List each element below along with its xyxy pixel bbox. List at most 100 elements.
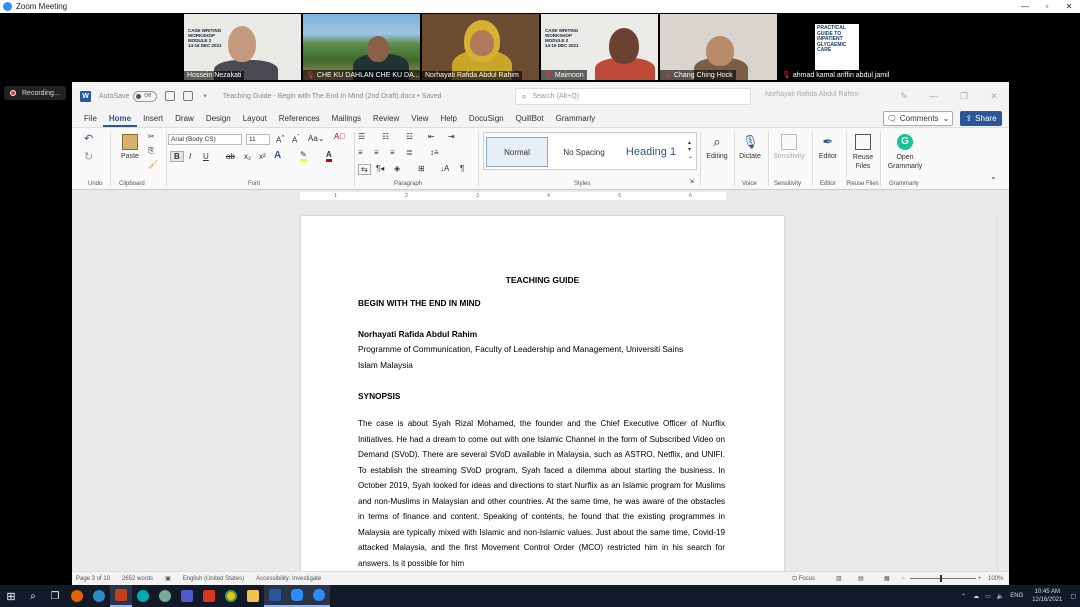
page-count[interactable]: Page 3 of 10: [76, 576, 110, 582]
file-explorer-icon[interactable]: [242, 585, 264, 607]
copy-icon[interactable]: ⎘: [148, 146, 154, 156]
subscript-icon[interactable]: x₂: [244, 152, 251, 161]
strikethrough-icon[interactable]: ab: [226, 152, 235, 161]
word-restore-button[interactable]: ❐: [949, 91, 979, 102]
powerpoint-icon[interactable]: [110, 585, 132, 607]
participant-tile[interactable]: 🎙 CHE KU DAHLAN CHE KU DA...: [303, 14, 420, 80]
undo-icon[interactable]: ↶: [84, 132, 93, 145]
start-icon[interactable]: ⊞: [0, 585, 22, 607]
teams-icon[interactable]: [176, 585, 198, 607]
cloud-icon[interactable]: ☁: [973, 593, 979, 600]
style-no-spacing[interactable]: No Spacing: [554, 137, 614, 167]
tab-home[interactable]: Home: [102, 110, 138, 127]
horizontal-ruler[interactable]: 1 2 3 4 5 6: [72, 190, 1009, 202]
collapse-ribbon-icon[interactable]: ⌄: [990, 172, 997, 181]
vertical-scrollbar[interactable]: [997, 214, 1009, 571]
word-count[interactable]: 2652 words: [122, 576, 153, 582]
share-button[interactable]: ⇪ Share: [960, 111, 1002, 126]
acrobat-icon[interactable]: [198, 585, 220, 607]
tab-view[interactable]: View: [405, 110, 434, 127]
editing-button[interactable]: ⌕ Editing: [702, 134, 732, 160]
text-effects-icon[interactable]: A: [274, 150, 281, 161]
table-icon[interactable]: [183, 91, 194, 101]
zoom-in-icon[interactable]: +: [978, 576, 982, 582]
multilevel-list-icon[interactable]: ☳: [406, 132, 413, 141]
reuse-files-button[interactable]: Reuse Files: [848, 134, 878, 171]
participant-tile[interactable]: 🎙 Chang Ching Hock: [660, 14, 777, 80]
zoom-level[interactable]: 100%: [988, 576, 1003, 582]
zoom-meeting-taskbar-icon[interactable]: [308, 585, 330, 607]
recording-indicator[interactable]: Recording...: [4, 86, 66, 100]
document-canvas[interactable]: TEACHING GUIDE BEGIN WITH THE END IN MIN…: [72, 214, 1009, 571]
volume-icon[interactable]: 🔈: [997, 593, 1004, 600]
borders-icon[interactable]: ⊞: [418, 164, 425, 173]
line-spacing-icon[interactable]: ↕≡: [430, 148, 439, 157]
rtl-icon[interactable]: ¶◂: [376, 164, 384, 173]
chrome-icon[interactable]: [220, 585, 242, 607]
account-name[interactable]: Norhayati Rafida Abdul Rahim: [765, 91, 859, 98]
word-taskbar-icon[interactable]: [264, 585, 286, 607]
style-normal[interactable]: Normal: [486, 137, 548, 167]
editor-button[interactable]: ✒ Editor: [814, 134, 842, 160]
web-layout-icon[interactable]: ▦: [884, 575, 890, 582]
open-grammarly-button[interactable]: G Open Grammarly: [884, 134, 926, 171]
focus-button[interactable]: ⊡ Focus: [792, 575, 827, 582]
tab-docusign[interactable]: DocuSign: [463, 110, 510, 127]
paste-button[interactable]: Paste: [116, 134, 144, 160]
style-heading-1[interactable]: Heading 1: [618, 137, 684, 167]
firefox-icon[interactable]: [66, 585, 88, 607]
styles-scroll-icon[interactable]: ▴ ▾ ⌄: [688, 139, 693, 160]
italic-icon[interactable]: I: [189, 152, 191, 161]
comments-button[interactable]: 🗨 Comments ⌄: [883, 111, 953, 126]
shading-icon[interactable]: ◈: [394, 164, 400, 173]
accessibility-status[interactable]: Accessibility: Investigate: [256, 576, 321, 582]
save-icon[interactable]: [165, 91, 176, 101]
underline-icon[interactable]: U: [203, 152, 209, 161]
font-color-icon[interactable]: A: [326, 150, 332, 162]
decrease-indent-icon[interactable]: ⇤: [428, 132, 435, 141]
cut-icon[interactable]: ✂: [148, 132, 155, 141]
proofing-icon[interactable]: ▣: [165, 575, 171, 582]
tab-review[interactable]: Review: [367, 110, 405, 127]
tab-file[interactable]: File: [78, 110, 103, 127]
superscript-icon[interactable]: x²: [259, 152, 266, 161]
search-input[interactable]: ⌕ Search (Alt+Q): [515, 88, 751, 105]
zoom-taskbar-icon[interactable]: [286, 585, 308, 607]
format-painter-icon[interactable]: 🖌: [148, 160, 158, 169]
participant-tile[interactable]: CASE WRITING WORKSHOP MODULE 2 14-16 DEC 20…: [541, 14, 658, 80]
maximize-button[interactable]: ▫: [1036, 0, 1058, 13]
chevron-up-icon[interactable]: ⌃: [961, 593, 966, 600]
clock[interactable]: 10:45 AM 12/16/2021: [1032, 588, 1062, 604]
tab-draw[interactable]: Draw: [169, 110, 200, 127]
sensitivity-button[interactable]: Sensitivity: [770, 134, 808, 160]
shrink-font-icon[interactable]: Aˇ: [292, 134, 300, 145]
tab-insert[interactable]: Insert: [137, 110, 169, 127]
tab-references[interactable]: References: [273, 110, 326, 127]
zoom-slider[interactable]: [910, 575, 976, 582]
styles-launcher-icon[interactable]: ⇲: [689, 178, 694, 185]
highlight-icon[interactable]: ✎: [300, 150, 307, 162]
document-page[interactable]: TEACHING GUIDE BEGIN WITH THE END IN MIN…: [301, 216, 784, 571]
read-mode-icon[interactable]: ▥: [836, 575, 842, 582]
document-title[interactable]: Teaching Guide - Begin with The End In M…: [223, 93, 442, 100]
text-direction-icon[interactable]: ⇆: [358, 164, 371, 175]
align-left-icon[interactable]: ≡: [358, 148, 363, 157]
justify-icon[interactable]: ≣: [406, 148, 413, 157]
bold-icon[interactable]: B: [170, 151, 184, 162]
numbering-icon[interactable]: ☷: [382, 132, 389, 141]
edge-icon[interactable]: [88, 585, 110, 607]
zoom-out-icon[interactable]: −: [901, 576, 905, 582]
language-indicator[interactable]: ENG: [1010, 593, 1023, 599]
participant-tile[interactable]: CASE WRITING WORKSHOP MODULE 2 14-16 DEC 20…: [184, 14, 301, 80]
clear-formatting-icon[interactable]: A⃠: [334, 132, 345, 141]
word-minimize-button[interactable]: —: [919, 91, 949, 101]
qat-more-icon[interactable]: ▾: [203, 92, 207, 100]
minimize-button[interactable]: —: [1014, 0, 1036, 13]
word-close-button[interactable]: ✕: [979, 91, 1009, 102]
tab-quillbot[interactable]: QuillBot: [510, 110, 550, 127]
app-icon[interactable]: [154, 585, 176, 607]
tab-help[interactable]: Help: [434, 110, 462, 127]
font-size-select[interactable]: 11: [246, 134, 270, 145]
align-right-icon[interactable]: ≡: [390, 148, 395, 157]
edge-dev-icon[interactable]: [132, 585, 154, 607]
